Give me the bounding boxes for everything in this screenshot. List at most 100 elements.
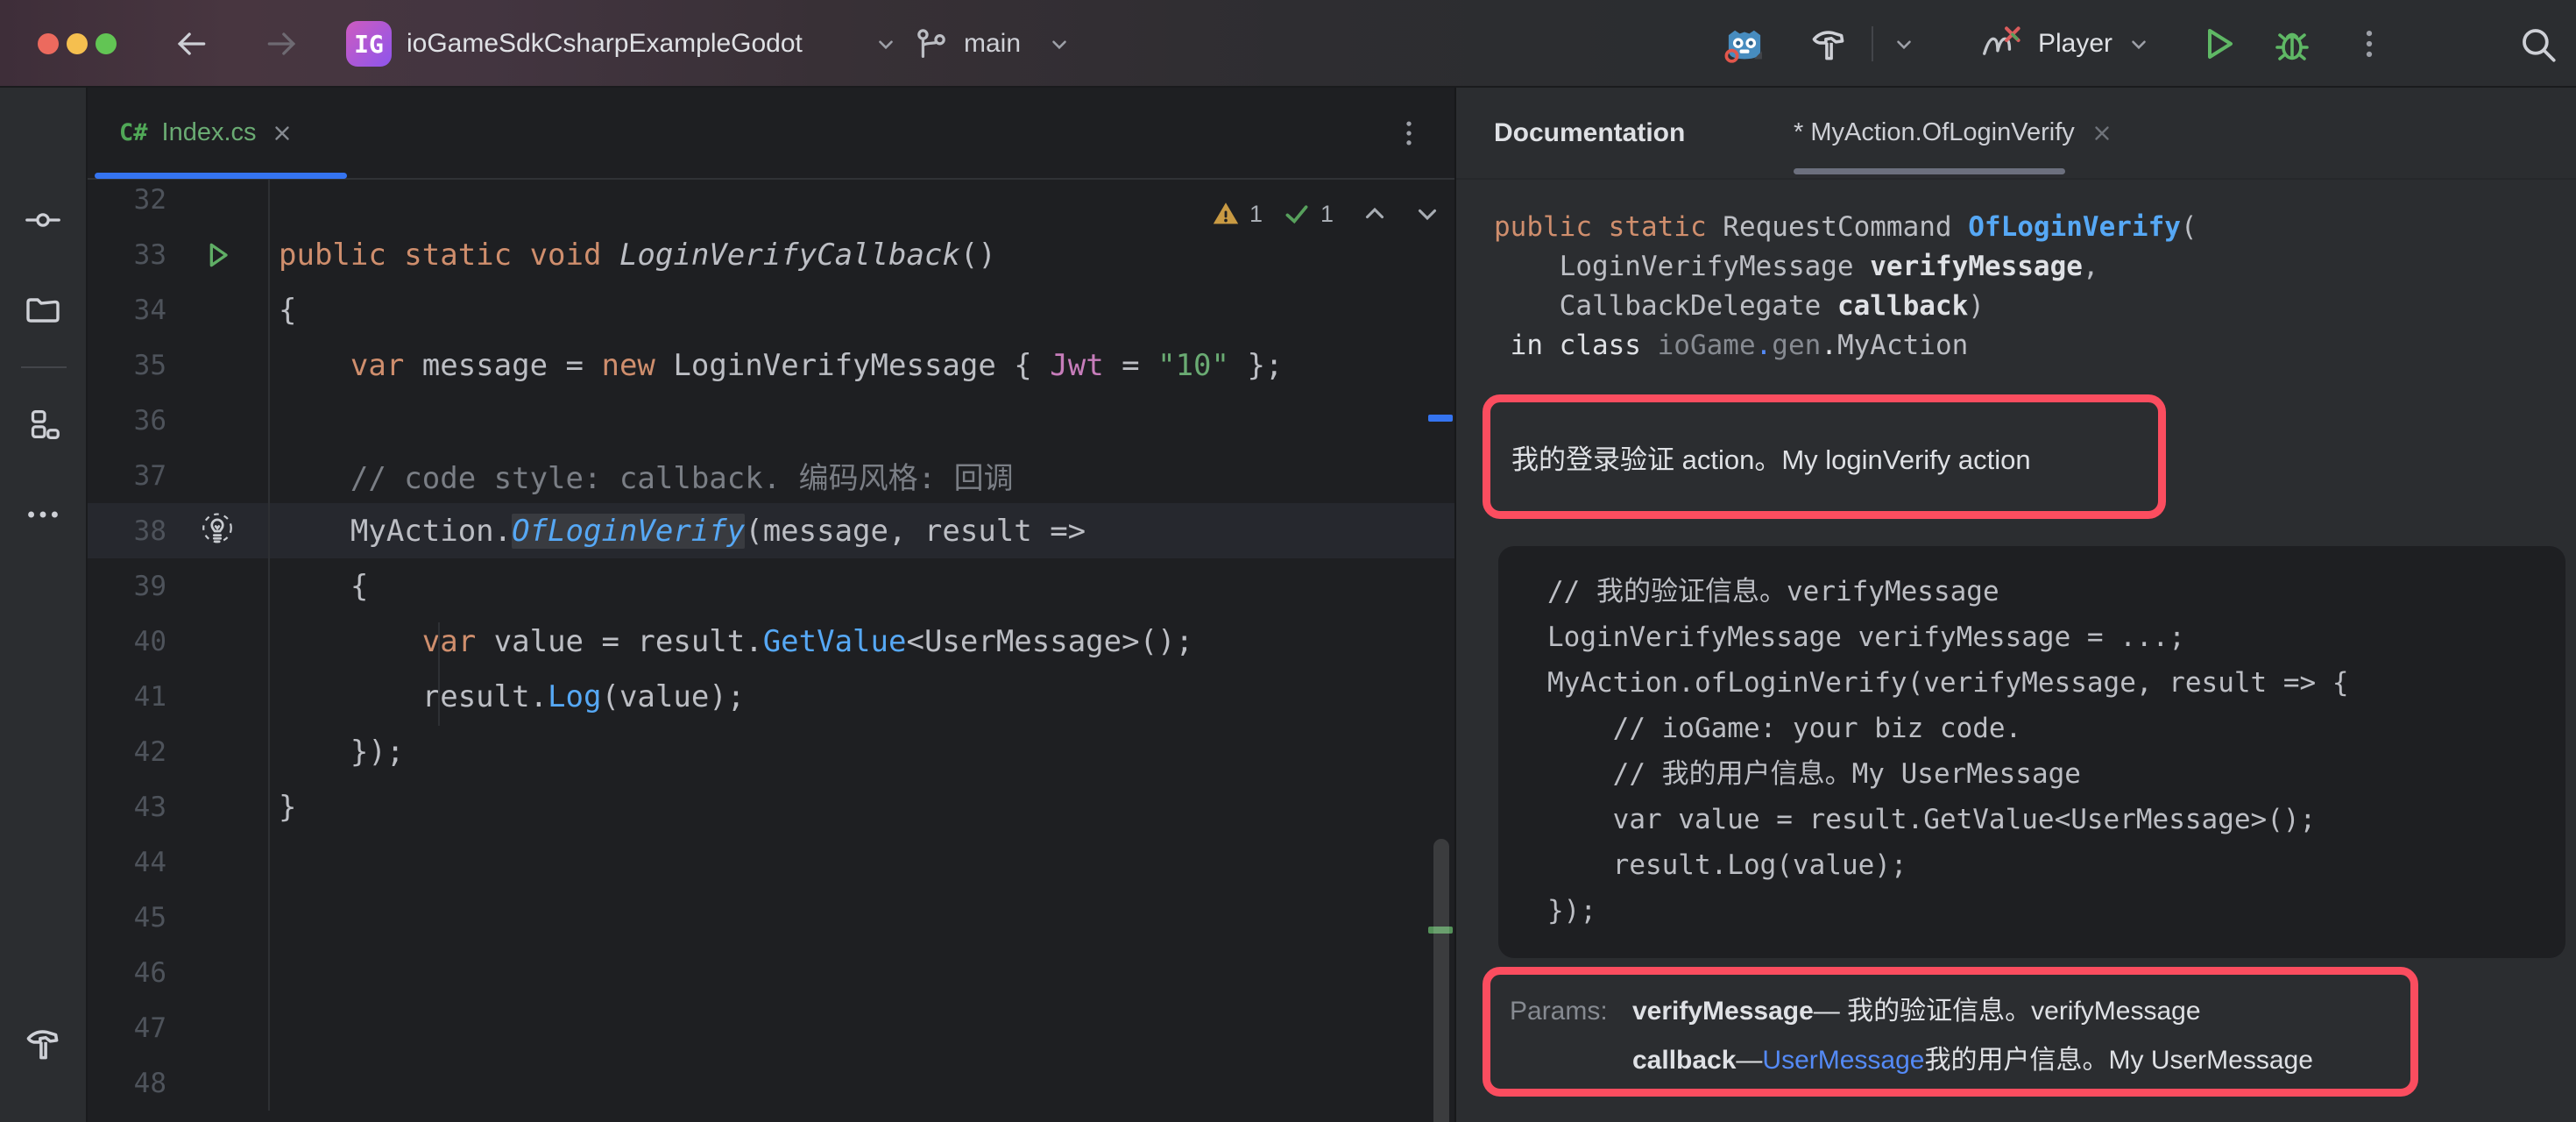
project-selector[interactable]: ioGameSdkCsharpExampleGodot [407,0,803,88]
back-icon[interactable] [172,25,210,63]
chevron-down-icon[interactable] [1893,33,1915,56]
line-number: 45 [88,902,166,934]
doc-code-line: // 我的验证信息。verifyMessage [1547,569,2565,614]
more-actions-icon[interactable] [2350,25,2388,63]
chevron-down-icon[interactable] [2127,33,2150,56]
param-text: callback [1632,1036,1736,1085]
minimize-window-button[interactable] [67,33,88,54]
params-label [1510,1036,1632,1085]
intention-bulb-icon[interactable] [198,512,237,550]
code-line[interactable]: 33public static void LoginVerifyCallback… [88,227,1454,282]
editor-options-icon[interactable] [1391,116,1426,151]
build-hammer-icon[interactable] [1807,23,1851,67]
close-tab-icon[interactable] [2091,122,2113,145]
code-line[interactable]: 38 MyAction.OfLoginVerify(message, resul… [88,503,1454,558]
panel-title[interactable]: Documentation [1494,88,1685,178]
documentation-header: Documentation * MyAction.OfLoginVerify [1456,88,2576,180]
close-tab-icon[interactable] [271,122,294,145]
prev-problem-icon[interactable] [1360,199,1390,229]
code-line[interactable]: 48 [88,1055,1454,1111]
structure-icon[interactable] [23,405,63,445]
param-row: Params:verifyMessage — 我的验证信息。verifyMess… [1510,987,2410,1036]
branch-selector[interactable]: main [964,0,1021,88]
code-text: var value = result.GetValue<UserMessage>… [268,614,1454,669]
run-configuration-icon[interactable] [1978,21,2026,68]
chevron-down-icon[interactable] [1048,33,1071,56]
code-line[interactable]: 34{ [88,282,1454,337]
line-number: 40 [88,626,166,657]
tab-index-cs[interactable]: C# Index.cs [95,88,318,178]
code-line[interactable]: 39 { [88,558,1454,614]
code-line[interactable]: 43} [88,779,1454,834]
code-lines: 3233public static void LoginVerifyCallba… [88,180,1454,1111]
more-tool-windows-icon[interactable] [23,494,63,535]
editor-area: C# Index.cs 3233public static void Login… [88,88,1454,1122]
params-label: Params: [1510,987,1632,1036]
code-text: // code style: callback. 编码风格: 回调 [268,448,1454,503]
documentation-panel: Documentation * MyAction.OfLoginVerify p… [1454,88,2576,1122]
close-window-button[interactable] [38,33,59,54]
next-problem-icon[interactable] [1412,199,1442,229]
zoom-window-button[interactable] [96,33,117,54]
chevron-down-icon[interactable] [874,33,897,56]
search-everywhere-icon[interactable] [2516,23,2560,67]
ide-window: IG ioGameSdkCsharpExampleGodot main [0,0,2576,1122]
type-link[interactable]: UserMessage [1762,1036,1924,1085]
doc-code-line: // 我的用户信息。My UserMessage [1547,751,2565,797]
folder-icon[interactable] [22,289,64,331]
gutter [166,238,268,273]
inspections-widget[interactable]: 1 1 [1211,199,1442,229]
forward-icon[interactable] [263,25,301,63]
signature-line: in class ioGame.gen.MyAction [1494,326,2197,366]
warning-icon [1211,199,1241,229]
build-tool-window-icon[interactable] [21,1022,65,1066]
line-number: 39 [88,571,166,602]
code-viewport[interactable]: 3233public static void LoginVerifyCallba… [88,180,1454,1122]
code-text [268,393,1454,448]
code-line[interactable]: 46 [88,945,1454,1000]
code-line[interactable]: 45 [88,890,1454,945]
code-text: }); [268,724,1454,779]
code-line[interactable]: 44 [88,834,1454,890]
warning-count: 1 [1249,201,1263,228]
doc-tab-label: * MyAction.OfLoginVerify [1794,118,2075,147]
annotation-box-summary: 我的登录验证 action。My loginVerify action [1483,394,2166,519]
debug-button[interactable] [2271,23,2313,65]
run-line-icon[interactable] [200,238,235,273]
code-line[interactable]: 40 var value = result.GetValue<UserMessa… [88,614,1454,669]
tab-label: Index.cs [162,118,257,147]
divider [21,366,67,368]
scrollbar-mark-blue [1428,415,1453,422]
code-line[interactable]: 47 [88,1000,1454,1055]
code-text [268,945,1454,1000]
commit-icon[interactable] [23,200,63,240]
run-config-selector[interactable]: Player [2038,0,2112,88]
left-tool-strip [0,88,88,1122]
run-button[interactable] [2197,23,2240,65]
gutter [166,512,268,550]
csharp-file-icon: C# [119,119,148,146]
tab-myaction-ofloginverify[interactable]: * MyAction.OfLoginVerify [1794,88,2113,178]
code-line[interactable]: 35 var message = new LoginVerifyMessage … [88,337,1454,393]
line-number: 37 [88,460,166,492]
indent-guide [438,622,440,726]
doc-code-line: // ioGame: your biz code. [1547,706,2565,751]
doc-code-example: // 我的验证信息。verifyMessageLoginVerifyMessag… [1498,546,2565,958]
code-line[interactable]: 36 [88,393,1454,448]
code-line[interactable]: 41 result.Log(value); [88,669,1454,724]
ok-icon [1282,199,1312,229]
param-text: verifyMessage [1632,987,1814,1036]
code-text [268,1000,1454,1055]
code-line[interactable]: 42 }); [88,724,1454,779]
param-text: 我的用户信息。My UserMessage [1925,1036,2313,1085]
line-number: 44 [88,847,166,878]
godot-engine-icon[interactable] [1719,19,1770,70]
line-number: 42 [88,736,166,768]
line-number: 41 [88,681,166,713]
titlebar: IG ioGameSdkCsharpExampleGodot main [0,0,2576,88]
line-number: 35 [88,350,166,381]
code-line[interactable]: 37 // code style: callback. 编码风格: 回调 [88,448,1454,503]
param-text: — [1736,1036,1762,1085]
editor-scrollbar[interactable] [1433,839,1449,1122]
git-branch-icon[interactable] [911,25,952,65]
